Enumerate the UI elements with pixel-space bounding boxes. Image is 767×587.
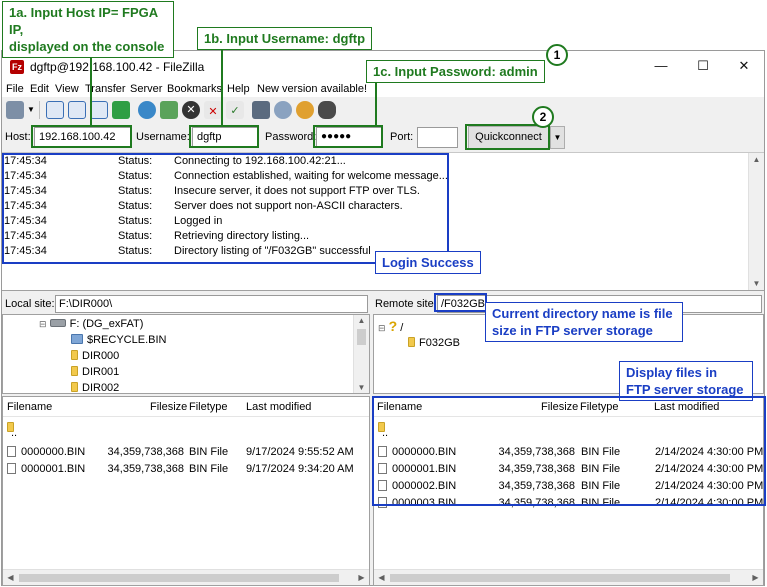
maximize-button[interactable]: ☐ (688, 55, 718, 77)
local-tree-item[interactable]: DIR002 (71, 382, 119, 394)
toolbar-separator (39, 101, 40, 119)
column-last-modified[interactable]: Last modified (246, 401, 311, 413)
toggle-local-tree-icon[interactable] (68, 101, 86, 119)
password-highlight (313, 125, 383, 148)
scroll-up-arrow-icon[interactable]: ▲ (354, 316, 369, 325)
folder-icon (71, 366, 78, 376)
password-callout: 1c. Input Password: admin (366, 60, 545, 83)
remote-list-hscrollbar[interactable]: ◀ ▶ (374, 569, 763, 585)
cancel-operation-icon[interactable]: ✕ (182, 101, 200, 119)
local-site-input[interactable]: F:\DIR000\ (55, 295, 368, 313)
step-1-badge: 1 (546, 44, 568, 66)
step-2-badge: 2 (532, 106, 554, 128)
file-icon (7, 446, 16, 457)
table-row[interactable]: 0000001.BIN 34,359,738,368 BIN File 9/17… (3, 461, 369, 478)
minimize-button[interactable]: — (646, 55, 676, 77)
menu-bar: File Edit View Transfer Server Bookmarks… (2, 83, 764, 97)
scroll-left-arrow-icon[interactable]: ◀ (3, 573, 18, 582)
username-highlight (189, 125, 259, 148)
menu-bookmarks[interactable]: Bookmarks (167, 83, 222, 95)
toggle-queue-icon[interactable] (112, 101, 130, 119)
username-callout: 1b. Input Username: dgftp (197, 27, 373, 50)
toggle-remote-tree-icon[interactable] (90, 101, 108, 119)
scroll-right-arrow-icon[interactable]: ▶ (748, 573, 763, 582)
remote-tree-item[interactable]: ⊟ ? / (378, 318, 403, 334)
column-filetype[interactable]: Filetype (189, 401, 228, 413)
scroll-thumb[interactable] (19, 574, 339, 582)
local-tree-item[interactable]: $RECYCLE.BIN (71, 334, 166, 350)
log-scrollbar[interactable]: ▲ ▼ (748, 153, 764, 290)
port-input[interactable] (417, 127, 458, 148)
menu-file[interactable]: File (6, 83, 24, 95)
site-manager-icon[interactable] (6, 101, 24, 119)
synchronized-browsing-icon[interactable] (296, 101, 314, 119)
local-site-bar: Local site: F:\DIR000\ (2, 295, 370, 313)
menu-help[interactable]: Help (227, 83, 250, 95)
local-tree-scrollbar[interactable]: ▲ ▼ (353, 315, 369, 393)
directory-listing-filters-icon[interactable] (252, 101, 270, 119)
local-site-label: Local site: (5, 298, 55, 310)
process-queue-icon[interactable] (160, 101, 178, 119)
host-label: Host: (5, 131, 31, 143)
remote-site-label: Remote site: (375, 298, 437, 310)
password-label: Password: (265, 131, 317, 143)
folder-icon (408, 337, 415, 347)
remote-site-highlight (434, 293, 487, 312)
scroll-thumb[interactable] (390, 574, 730, 582)
port-label: Port: (390, 131, 414, 143)
username-connector (221, 48, 223, 125)
scroll-thumb[interactable] (357, 329, 366, 345)
scroll-down-arrow-icon[interactable]: ▼ (354, 383, 369, 392)
host-callout: 1a. Input Host IP= FPGA IP, displayed on… (2, 1, 174, 58)
quickconnect-highlight (465, 124, 550, 150)
host-highlight (31, 125, 132, 148)
column-filesize[interactable]: Filesize (150, 401, 187, 413)
scroll-right-arrow-icon[interactable]: ▶ (354, 573, 369, 582)
login-success-callout: Login Success (375, 251, 481, 274)
disconnect-icon[interactable]: ✕ (204, 101, 222, 119)
username-label: Username: (136, 131, 190, 143)
table-row[interactable]: 0000000.BIN 34,359,738,368 BIN File 9/17… (3, 444, 369, 461)
local-list-hscrollbar[interactable]: ◀ ▶ (3, 569, 369, 585)
login-log-highlight (2, 153, 449, 264)
folder-icon (71, 382, 78, 392)
remote-files-highlight (372, 396, 766, 506)
column-filename[interactable]: Filename (7, 401, 52, 413)
scroll-up-arrow-icon[interactable]: ▲ (749, 155, 764, 164)
toggle-log-icon[interactable] (46, 101, 64, 119)
password-connector (375, 80, 377, 125)
quickconnect-dropdown-icon[interactable]: ▼ (550, 126, 565, 149)
site-manager-dropdown-icon[interactable]: ▼ (27, 105, 35, 114)
local-tree-item[interactable]: ⊟ F: (DG_exFAT) (39, 318, 143, 334)
close-button[interactable]: ✕ (729, 55, 759, 77)
window-title: dgftp@192.168.100.42 - FileZilla (30, 60, 205, 74)
menu-server[interactable]: Server (130, 83, 162, 95)
local-file-list: Filename Filesize Filetype Last modified… (2, 396, 370, 586)
scroll-down-arrow-icon[interactable]: ▼ (749, 279, 764, 288)
file-icon (7, 463, 16, 474)
remote-tree-item[interactable]: F032GB (408, 337, 460, 353)
refresh-icon[interactable] (138, 101, 156, 119)
search-files-icon[interactable] (318, 101, 336, 119)
local-tree-item[interactable]: DIR001 (71, 366, 119, 382)
recycle-bin-icon (71, 334, 83, 344)
remote-files-callout: Display files in FTP server storage (619, 361, 753, 401)
local-tree-item[interactable]: DIR000 (71, 350, 119, 366)
scroll-left-arrow-icon[interactable]: ◀ (374, 573, 389, 582)
local-file-header: Filename Filesize Filetype Last modified (3, 397, 369, 417)
menu-edit[interactable]: Edit (30, 83, 49, 95)
compare-directories-icon[interactable] (274, 101, 292, 119)
reconnect-icon[interactable]: ✓ (226, 101, 244, 119)
unknown-status-icon: ? (388, 318, 398, 334)
directory-callout: Current directory name is file size in F… (485, 302, 683, 342)
folder-icon (71, 350, 78, 360)
menu-new-version[interactable]: New version available! (257, 83, 367, 95)
filezilla-logo-icon: Fz (10, 60, 24, 74)
drive-icon (49, 319, 66, 327)
menu-view[interactable]: View (55, 83, 79, 95)
toolbar: ▼ ✕ ✕ ✓ (2, 97, 764, 123)
local-tree: ⊟ F: (DG_exFAT) $RECYCLE.BIN DIR000 DIR0… (2, 314, 370, 394)
